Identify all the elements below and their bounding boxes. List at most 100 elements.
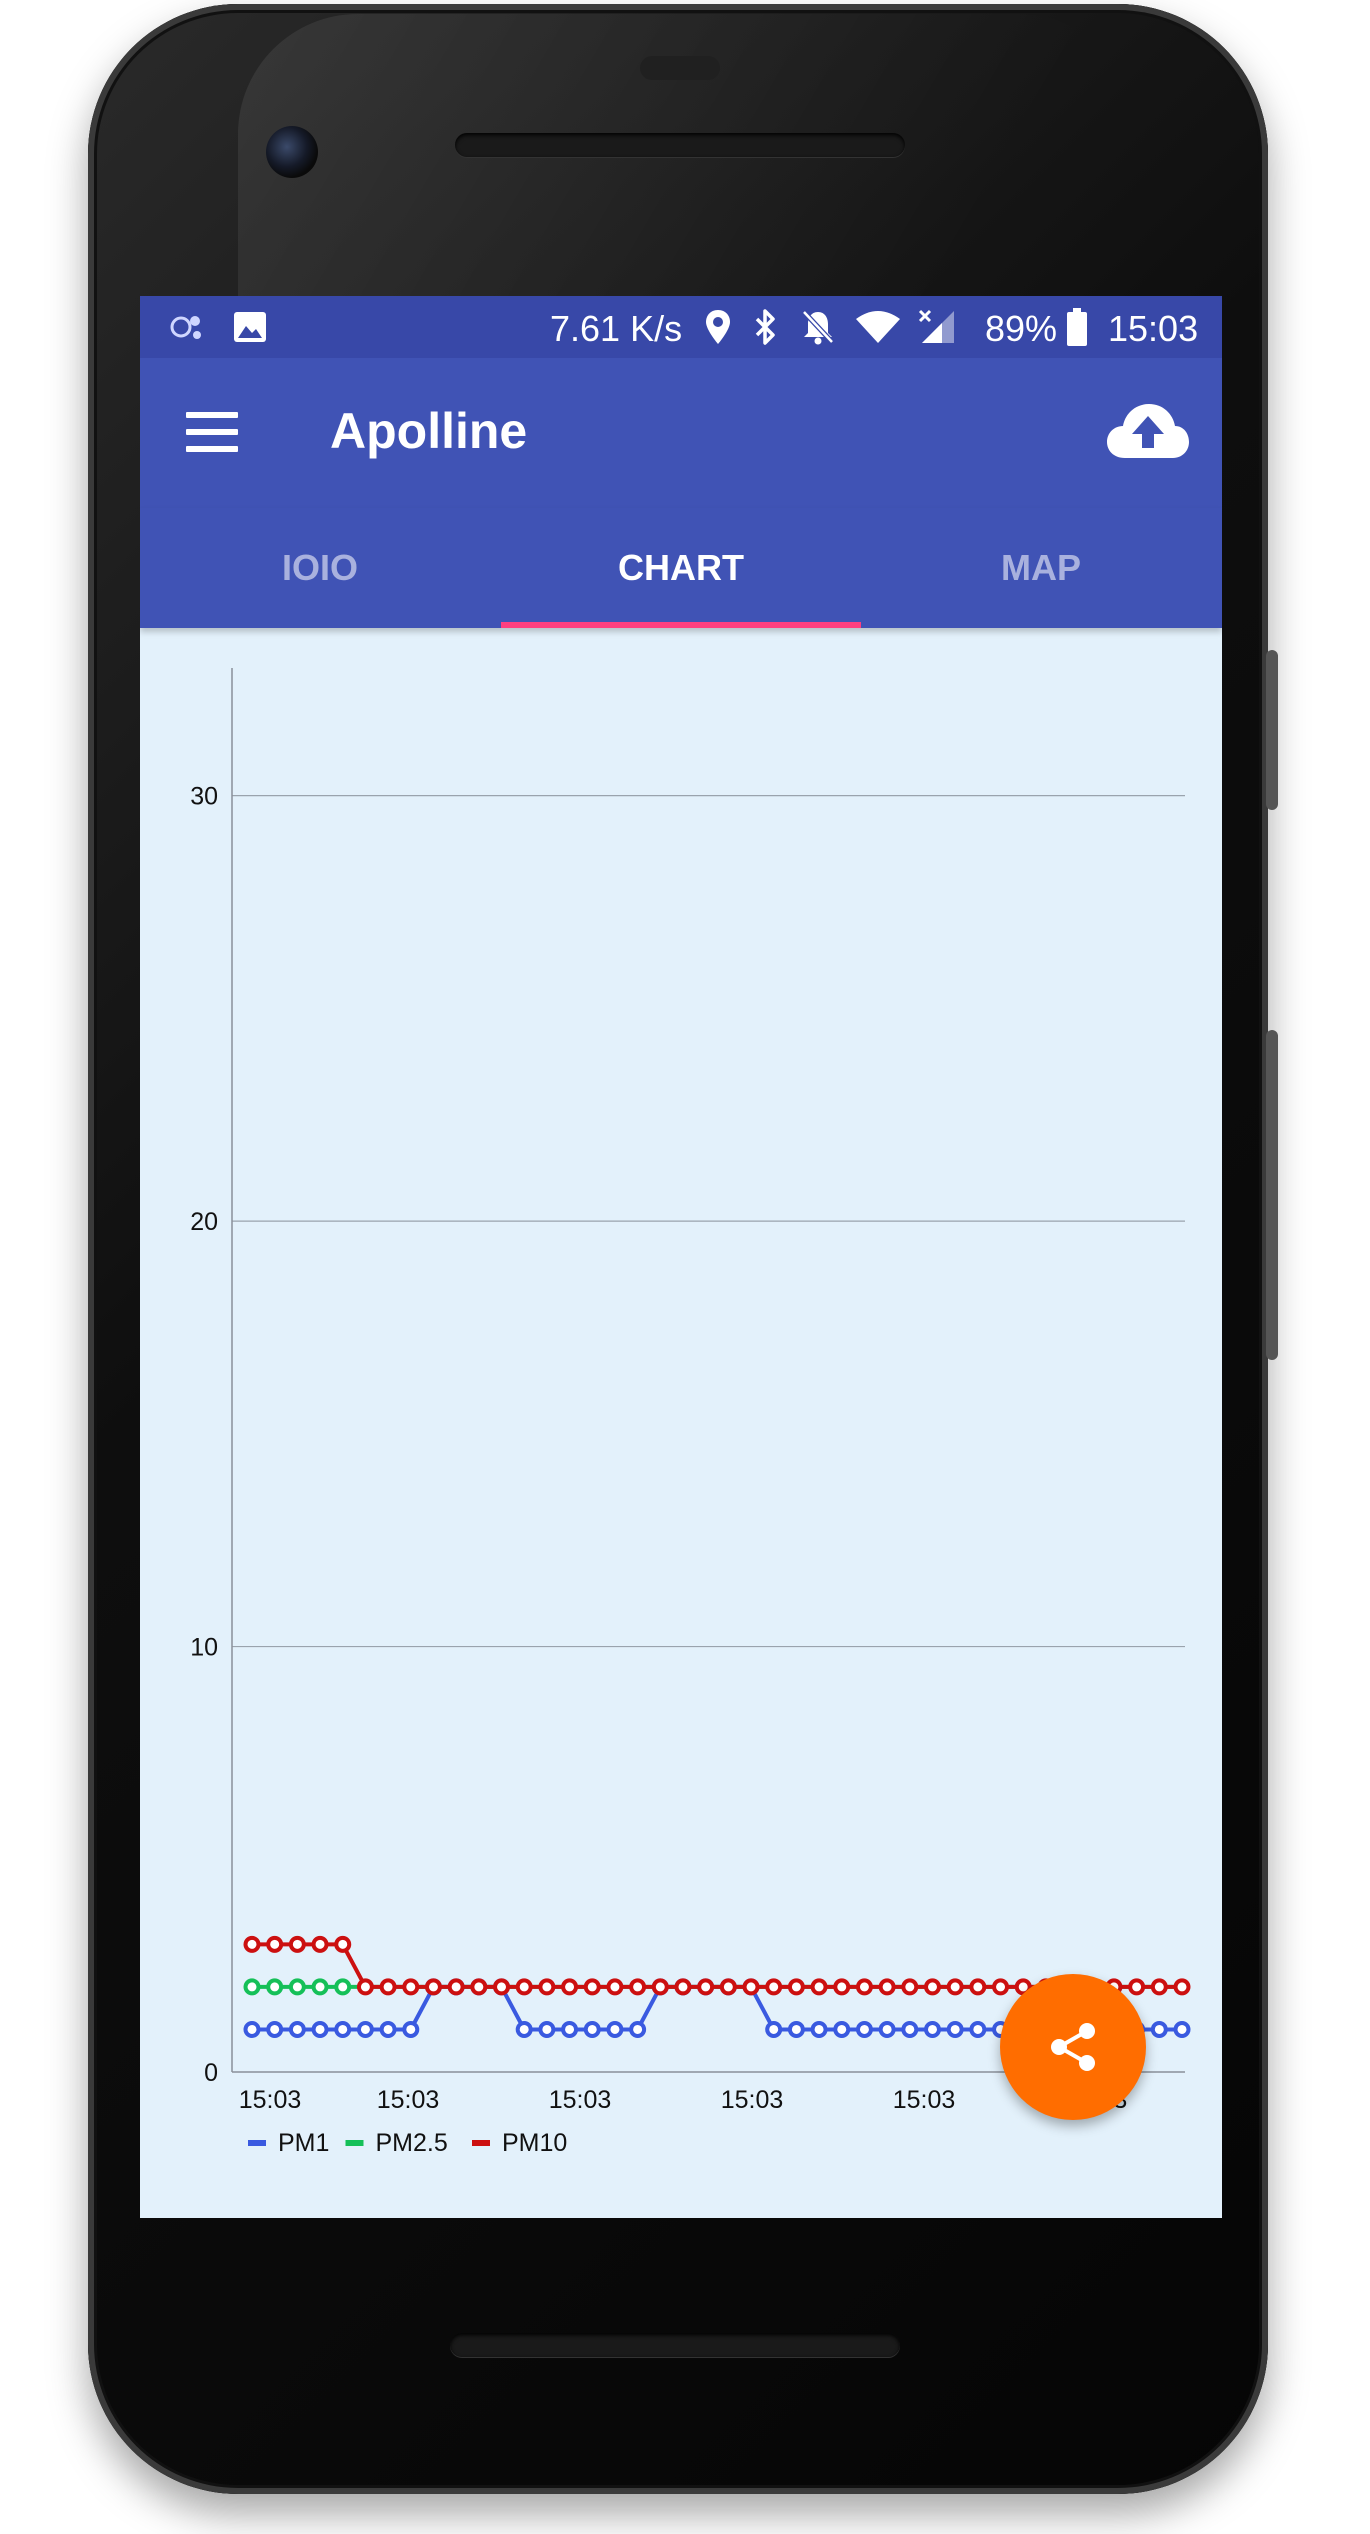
data-point (538, 2020, 556, 2038)
power-button (1266, 650, 1278, 810)
data-point (266, 2020, 284, 2038)
front-camera (266, 126, 318, 178)
data-point (288, 2020, 306, 2038)
volume-button (1266, 1030, 1278, 1360)
data-point (992, 1978, 1010, 1996)
data-point (493, 1978, 511, 1996)
data-point (561, 2020, 579, 2038)
data-point (470, 1978, 488, 1996)
data-point (946, 1978, 964, 1996)
data-point (1150, 1978, 1168, 1996)
x-tick-label: 15:03 (893, 2086, 956, 2114)
data-point (674, 1978, 692, 1996)
data-point (606, 1978, 624, 1996)
data-point (719, 1978, 737, 1996)
data-point (334, 1978, 352, 1996)
share-button[interactable] (1000, 1974, 1146, 2120)
data-point (810, 2020, 828, 2038)
data-point (855, 1978, 873, 1996)
data-point (424, 1978, 442, 1996)
data-point (379, 1978, 397, 1996)
data-point (311, 1935, 329, 1953)
data-point (833, 1978, 851, 1996)
wifi-icon (852, 296, 904, 358)
app-title: Apolline (330, 403, 528, 459)
y-tick-label: 10 (190, 1634, 218, 1662)
tab-map[interactable]: MAP (861, 508, 1221, 628)
menu-icon[interactable] (186, 412, 238, 452)
data-point (606, 2020, 624, 2038)
data-point (901, 1978, 919, 1996)
tab-chart[interactable]: CHART (501, 508, 861, 628)
data-point (1173, 1978, 1191, 1996)
data-point (583, 2020, 601, 2038)
y-tick-label: 20 (190, 1208, 218, 1236)
data-point (969, 1978, 987, 1996)
data-point (379, 2020, 397, 2038)
data-point (878, 1978, 896, 1996)
legend-swatch (345, 2140, 364, 2146)
data-point (538, 1978, 556, 1996)
data-point (765, 2020, 783, 2038)
data-point (1173, 2020, 1191, 2038)
tab-bar: IOIO CHART MAP (140, 508, 1222, 628)
image-icon (228, 296, 272, 358)
app-bar: Apolline (140, 358, 1222, 508)
phone-screen: 7.61 K/s 89% 15:03 Apolline IOIO CHART M… (140, 296, 1222, 2218)
data-point (243, 2020, 261, 2038)
data-point (334, 1935, 352, 1953)
data-point (629, 2020, 647, 2038)
data-point (651, 1978, 669, 1996)
signal-icon (912, 296, 962, 358)
x-tick-label: 15:03 (549, 2086, 612, 2114)
tab-ioio[interactable]: IOIO (140, 508, 500, 628)
data-point (356, 2020, 374, 2038)
network-speed: 7.61 K/s (550, 308, 683, 349)
data-point (447, 1978, 465, 1996)
data-point (1128, 1978, 1146, 1996)
data-point (697, 1978, 715, 1996)
battery-percent: 89% (985, 308, 1058, 349)
data-point (969, 2020, 987, 2038)
bluetooth-icon (748, 296, 784, 358)
data-point (787, 1978, 805, 1996)
earpiece-speaker (455, 133, 905, 157)
x-tick-label: 15:03 (721, 2086, 784, 2114)
data-point (288, 1978, 306, 1996)
data-point (765, 1978, 783, 1996)
data-point (515, 2020, 533, 2038)
legend-swatch (472, 2140, 490, 2146)
data-point (311, 2020, 329, 2038)
bottom-speaker (450, 2333, 900, 2357)
data-point (1150, 2020, 1168, 2038)
data-point (356, 1978, 374, 1996)
data-point (742, 1978, 760, 1996)
data-point (288, 1935, 306, 1953)
data-point (243, 1978, 261, 1996)
y-tick-label: 0 (204, 2059, 218, 2087)
data-point (855, 2020, 873, 2038)
x-tick-label: 15:03 (377, 2086, 440, 2114)
data-point (515, 1978, 533, 1996)
data-point (833, 2020, 851, 2038)
data-point (243, 1935, 261, 1953)
data-point (266, 1935, 284, 1953)
data-point (266, 1978, 284, 1996)
cloud-upload-icon[interactable] (1105, 400, 1191, 462)
data-point (946, 2020, 964, 2038)
notifications-off-icon (796, 296, 840, 358)
data-point (334, 2020, 352, 2038)
data-point (787, 2020, 805, 2038)
data-point (311, 1978, 329, 1996)
data-point (810, 1978, 828, 1996)
data-point (561, 1978, 579, 1996)
location-icon (698, 296, 738, 358)
data-point (629, 1978, 647, 1996)
data-point (923, 2020, 941, 2038)
data-point (583, 1978, 601, 1996)
share-icon (1051, 2023, 1095, 2071)
app-notification-icon (162, 296, 212, 358)
data-point (901, 2020, 919, 2038)
legend-label: PM10 (502, 2129, 567, 2157)
legend-swatch (248, 2140, 266, 2146)
